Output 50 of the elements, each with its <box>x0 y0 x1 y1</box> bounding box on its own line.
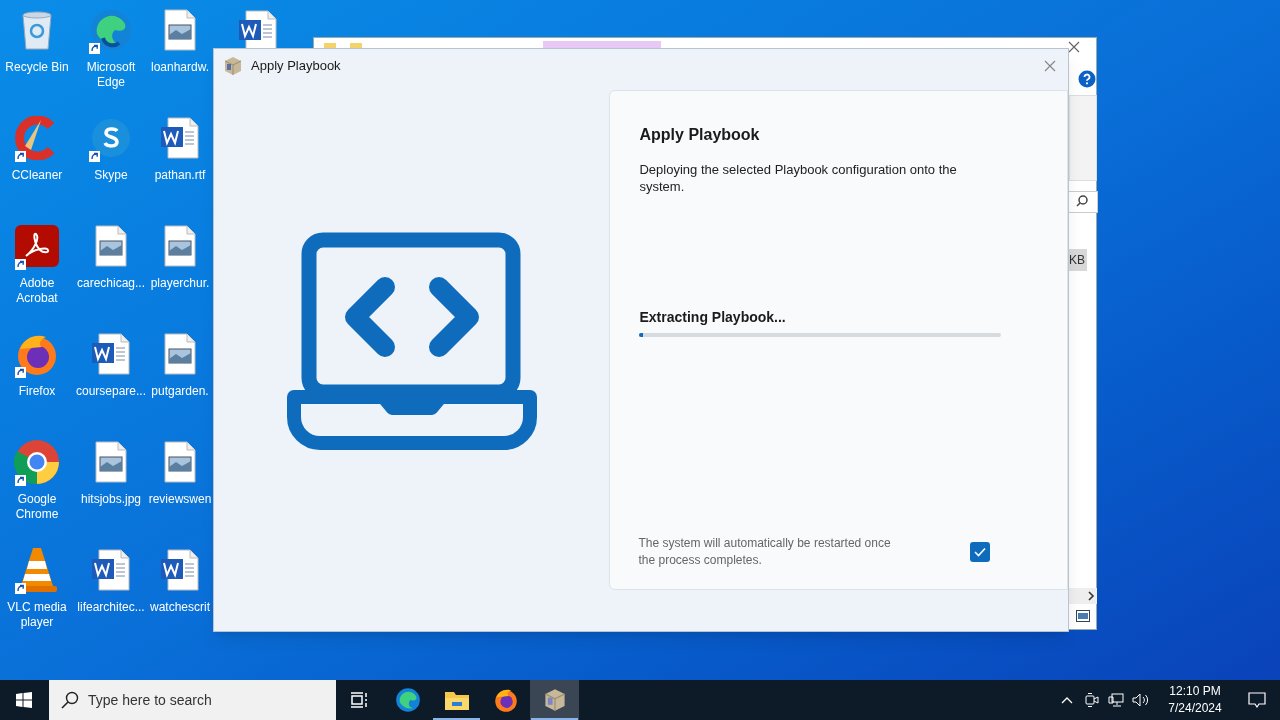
note-text: The system will automatically be restarted once the process completes. <box>638 535 892 569</box>
notification-icon[interactable] <box>1248 691 1266 709</box>
search-field[interactable]: Type here to search <box>49 680 336 720</box>
icon-label: lifearchitec... <box>76 600 146 615</box>
icon-label: VLC media player <box>6 600 68 630</box>
icon-label: putgarden. <box>150 384 210 399</box>
package-icon <box>223 56 243 76</box>
check-icon <box>974 547 987 557</box>
picture-icon[interactable] <box>1076 610 1090 622</box>
icon-label: hitsjobs.jpg <box>79 492 142 507</box>
description-text: Deploying the selected Playbook configuration onto the system. <box>639 161 958 195</box>
close-icon[interactable] <box>1044 60 1056 72</box>
help-icon[interactable] <box>1078 70 1096 88</box>
restart-checkbox[interactable] <box>970 542 991 562</box>
folder-icon <box>443 689 470 711</box>
icon-label: playerchur. <box>149 276 211 291</box>
file-size-text: KB <box>1067 249 1087 271</box>
camera-icon[interactable] <box>1085 692 1099 708</box>
icon-label: coursepare... <box>74 384 147 399</box>
icon-label: carechicag... <box>75 276 146 291</box>
icon-label: CCleaner <box>10 168 64 183</box>
search-placeholder: Type here to search <box>88 690 212 710</box>
card-heading: Apply Playbook <box>639 125 761 145</box>
icon-label: pathan.rtf <box>153 168 207 183</box>
edge-icon <box>394 687 421 713</box>
icon-label: reviewswen <box>148 492 212 507</box>
icon-label: Recycle Bin <box>4 60 70 75</box>
network-icon[interactable] <box>1108 692 1124 708</box>
chevron-up-icon[interactable] <box>1061 696 1073 704</box>
icon-label: Google Chrome <box>14 492 60 522</box>
scrollbar[interactable] <box>1067 588 1097 604</box>
clock-time[interactable]: 12:10 PM <box>1169 683 1221 700</box>
status-text: Extracting Playbook... <box>639 308 787 327</box>
search-icon <box>61 691 79 709</box>
icon-label: Skype <box>93 168 129 183</box>
window-title: Apply Playbook <box>251 57 341 76</box>
firefox-icon <box>492 687 519 713</box>
windows-start-icon[interactable] <box>16 692 32 708</box>
speaker-icon[interactable] <box>1132 692 1150 708</box>
task-view-icon[interactable] <box>350 691 370 709</box>
clock-date[interactable]: 7/24/2024 <box>1168 700 1222 717</box>
icon-label: Firefox <box>17 384 57 399</box>
icon-label: Adobe Acrobat <box>15 276 59 306</box>
icon-label: watchescrit <box>149 600 211 615</box>
close-icon[interactable] <box>1068 41 1080 53</box>
icon-label: Microsoft Edge <box>85 60 137 90</box>
package-icon <box>542 688 567 712</box>
chevron-right-icon[interactable] <box>1087 591 1095 601</box>
icon-label: loanhardw. <box>149 60 210 75</box>
word-file-icon[interactable] <box>238 10 278 48</box>
